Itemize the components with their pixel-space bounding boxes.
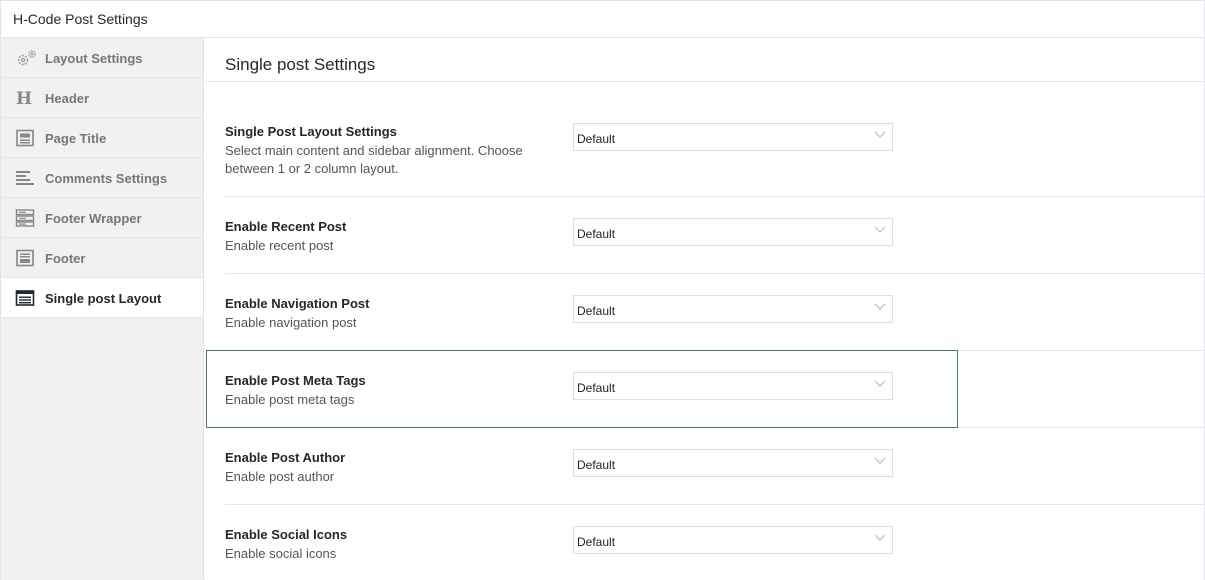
header-h-icon: H [15,89,35,109]
setting-row-social-icons: Enable Social Icons Enable social icons … [225,526,1204,567]
setting-label: Enable Social Icons [225,527,348,542]
setting-label: Enable Navigation Post [225,296,370,311]
setting-label: Enable Post Meta Tags [225,373,366,388]
recent-post-select[interactable]: Default [573,218,893,246]
setting-description: Enable social icons [225,546,337,561]
server-stack-icon [15,209,35,227]
sidebar-item-label: Comments Settings [45,171,168,186]
select-value: Default [577,304,616,318]
post-meta-tags-select[interactable]: Default [573,372,893,400]
setting-description: Enable navigation post [225,315,357,330]
setting-description: Select main content and sidebar alignmen… [225,143,523,176]
setting-row-single-post-layout: Single Post Layout Settings Select main … [225,123,1204,197]
setting-row-post-meta-tags: Enable Post Meta Tags Enable post meta t… [225,372,1204,428]
chevron-down-icon [874,303,886,310]
setting-row-navigation-post: Enable Navigation Post Enable navigation… [225,295,1204,351]
select-value: Default [577,132,616,146]
page-title: Single post Settings [225,55,376,74]
chevron-down-icon [874,380,886,387]
sidebar-item-footer[interactable]: Footer [1,238,203,278]
footer-panel-icon [15,249,35,267]
setting-description: Enable recent post [225,238,334,253]
divider [225,427,1204,428]
gears-icon [15,49,36,67]
chevron-down-icon [874,226,886,233]
sidebar-item-footer-wrapper[interactable]: Footer Wrapper [1,198,203,238]
list-window-icon [15,289,35,307]
select-value: Default [577,381,616,395]
chevron-down-icon [874,457,886,464]
title-bar: H-Code Post Settings [1,1,1204,38]
panel-title: H-Code Post Settings [13,11,148,27]
navigation-post-select[interactable]: Default [573,295,893,323]
divider [205,81,1204,82]
divider [225,196,1204,197]
sidebar-item-comments-settings[interactable]: Comments Settings [1,158,203,198]
post-author-select[interactable]: Default [573,449,893,477]
setting-row-post-author: Enable Post Author Enable post author De… [225,449,1204,505]
page-title-icon [15,129,35,147]
social-icons-select[interactable]: Default [573,526,893,554]
setting-description: Enable post author [225,469,335,484]
select-value: Default [577,458,616,472]
chevron-down-icon [874,534,886,541]
select-value: Default [577,535,616,549]
select-value: Default [577,227,616,241]
single-post-layout-select[interactable]: Default [573,123,893,151]
sidebar-item-label: Footer [45,251,86,266]
sidebar-item-label: Single post Layout [45,291,162,306]
sidebar-item-single-post-layout[interactable]: Single post Layout [1,278,203,318]
divider [225,504,1204,505]
sidebar-item-page-title[interactable]: Page Title [1,118,203,158]
sidebar: Layout Settings H Header Page Title Comm… [1,38,204,580]
sidebar-item-label: Page Title [45,131,107,146]
divider [225,273,1204,274]
sidebar-item-layout-settings[interactable]: Layout Settings [1,38,203,78]
sidebar-item-header[interactable]: H Header [1,78,203,118]
sidebar-item-label: Layout Settings [45,51,143,66]
setting-description: Enable post meta tags [225,392,355,407]
setting-label: Single Post Layout Settings [225,124,397,139]
setting-label: Enable Recent Post [225,219,347,234]
main-content: Single post Settings Single Post Layout … [205,38,1204,580]
divider [225,350,1204,351]
svg-text:H: H [16,89,32,107]
sidebar-item-label: Header [45,91,90,106]
align-left-icon [15,169,35,187]
sidebar-item-label: Footer Wrapper [45,211,142,226]
setting-label: Enable Post Author [225,450,346,465]
settings-panel: H-Code Post Settings Layout Settings H H… [0,0,1205,580]
chevron-down-icon [874,131,886,138]
setting-row-recent-post: Enable Recent Post Enable recent post De… [225,218,1204,274]
